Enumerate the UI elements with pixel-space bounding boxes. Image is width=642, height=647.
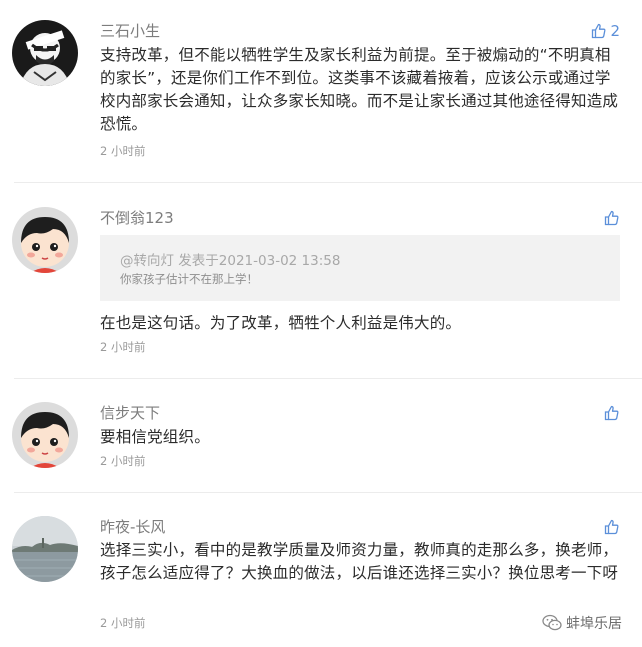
sketch-man-avatar[interactable] xyxy=(12,20,78,86)
comment-time: 2 小时前 xyxy=(100,340,146,354)
like-button[interactable] xyxy=(604,209,620,227)
like-button[interactable]: 2 xyxy=(591,22,620,40)
comment-time: 2 小时前 xyxy=(100,616,146,630)
account-watermark: 蚌埠乐居 xyxy=(542,613,622,633)
comment-time: 2 小时前 xyxy=(100,144,146,158)
wechat-icon xyxy=(542,614,562,631)
thumbs-up-icon xyxy=(604,210,619,226)
comment-author[interactable]: 三石小生 xyxy=(100,21,160,41)
quoted-text: 你家孩子估计不在那上学！ xyxy=(120,272,258,286)
comment-text: 支持改革，但不能以牺牲学生及家长利益为前提。至于被煽动的“不明真相的家长”，还是… xyxy=(100,46,619,133)
quoted-comment: @转向灯 发表于2021-03-02 13:58 你家孩子估计不在那上学！ xyxy=(100,235,620,301)
quoted-author: @转向灯 发表于2021-03-02 13:58 xyxy=(120,253,341,269)
comment-time: 2 小时前 xyxy=(100,454,146,468)
comment-text: 要相信党组织。 xyxy=(100,428,210,446)
like-count: 2 xyxy=(610,22,620,40)
comment-author[interactable]: 信步天下 xyxy=(100,403,160,423)
thumbs-up-icon xyxy=(604,519,619,535)
comment-item: 信步天下 要相信党组织。 2 小时前 xyxy=(0,379,642,491)
like-button[interactable] xyxy=(604,404,620,422)
thumbs-up-icon xyxy=(592,23,606,39)
thumbs-up-icon xyxy=(604,405,619,421)
comment-text: 选择三实小，看中的是教学质量及师资力量，教师真的走那么多，换老师，孩子怎么适应得… xyxy=(100,541,619,582)
comment-item: 不倒翁123 @转向灯 发表于2021-03-02 13:58 你家孩子估计不在… xyxy=(0,183,642,378)
cartoon-girl-avatar[interactable] xyxy=(12,207,78,273)
like-button[interactable] xyxy=(604,518,620,536)
watermark-text: 蚌埠乐居 xyxy=(566,616,622,632)
comment-author[interactable]: 不倒翁123 xyxy=(100,208,174,228)
lake-photo-avatar[interactable] xyxy=(12,516,78,582)
comment-author[interactable]: 昨夜-长风 xyxy=(100,517,165,537)
comment-text: 在也是这句话。为了改革，牺牲个人利益是伟大的。 xyxy=(100,314,462,332)
cartoon-girl-avatar[interactable] xyxy=(12,402,78,468)
comment-item: 三石小生 2 支持改革，但不能以牺牲学生及家长利益为前提。至于被煽动的“不明真相… xyxy=(0,0,642,180)
